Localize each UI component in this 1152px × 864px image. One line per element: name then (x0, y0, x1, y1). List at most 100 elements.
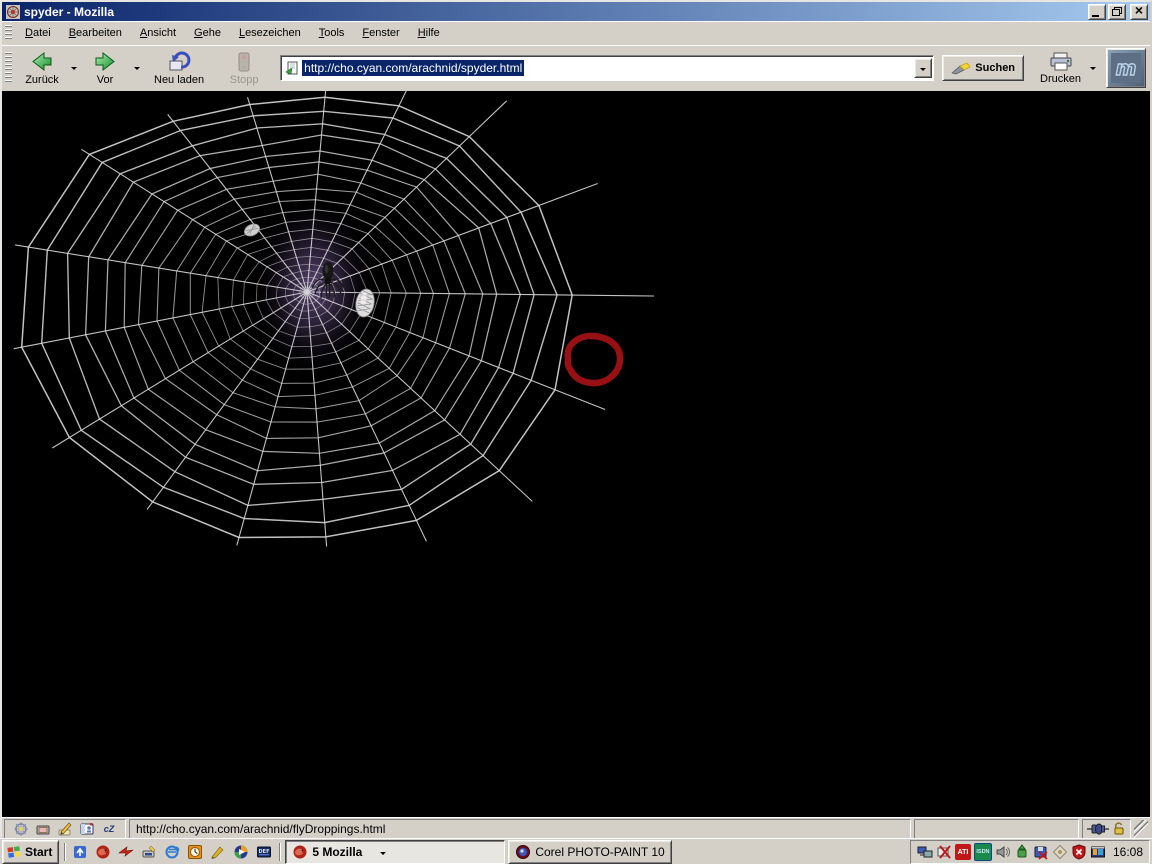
spider-web-image (2, 91, 1150, 817)
stop-label: Stopp (230, 74, 259, 86)
mozilla-task-label: 5 Mozilla (312, 845, 362, 859)
quicklaunch-mediaplayer-icon[interactable] (231, 842, 251, 862)
menu-bar: Datei Bearbeiten Ansicht Gehe Lesezeiche… (2, 21, 1150, 46)
system-tray: ATI ISDN 16:08 (910, 840, 1150, 864)
url-bar[interactable]: http://cho.cyan.com/arachnid/spyder.html (280, 55, 934, 81)
wrapped-prey-small (242, 222, 261, 239)
quicklaunch-app-icon[interactable] (70, 842, 90, 862)
component-bar: cZ (4, 819, 126, 839)
addressbook-icon[interactable] (79, 821, 95, 837)
status-indicators (1082, 819, 1131, 839)
media-tray-icon[interactable] (1090, 844, 1106, 860)
forward-dropdown[interactable] (131, 48, 142, 88)
print-label: Drucken (1040, 73, 1081, 85)
throbber-logo[interactable]: m (1106, 48, 1146, 88)
chatzilla-icon[interactable]: cZ (101, 821, 117, 837)
task-group-dropdown[interactable] (380, 845, 386, 859)
forward-button[interactable]: Vor (79, 46, 131, 90)
flashlight-icon (951, 61, 971, 75)
url-history-dropdown[interactable] (914, 58, 932, 78)
mozilla-app-icon (6, 5, 20, 19)
quicklaunch-clock-icon[interactable] (185, 842, 205, 862)
forward-arrow-icon (93, 51, 117, 73)
status-text: http://cho.cyan.com/arachnid/flyDropping… (136, 822, 385, 836)
stop-button[interactable]: Stopp (218, 46, 270, 90)
security-lock-icon[interactable] (1113, 822, 1126, 836)
start-label: Start (25, 845, 52, 859)
offline-files-icon[interactable] (1033, 844, 1049, 860)
windows-taskbar: Start DEF (0, 838, 1152, 864)
quicklaunch-mozilla-icon[interactable] (93, 842, 113, 862)
back-dropdown[interactable] (68, 48, 79, 88)
taskbar-separator (64, 843, 65, 861)
reload-label: Neu laden (154, 74, 204, 86)
url-input[interactable]: http://cho.cyan.com/arachnid/spyder.html (302, 60, 524, 76)
back-button[interactable]: Zurück (16, 46, 68, 90)
navigator-icon[interactable] (13, 821, 29, 837)
status-empty-panel (914, 819, 1079, 839)
corel-task-icon (515, 844, 531, 860)
mozilla-task-icon (292, 844, 308, 860)
quicklaunch-red-arrow-icon[interactable] (116, 842, 136, 862)
center-glow (252, 195, 376, 379)
quicklaunch-show-desktop-icon[interactable] (139, 842, 159, 862)
menu-tools[interactable]: Tools (310, 24, 354, 42)
quicklaunch-brush-icon[interactable] (208, 842, 228, 862)
red-circle-annotation (568, 336, 620, 383)
reload-button[interactable]: Neu laden (148, 46, 210, 90)
print-dropdown[interactable] (1087, 48, 1098, 88)
menu-lesezeichen[interactable]: Lesezeichen (230, 24, 310, 42)
search-label: Suchen (975, 62, 1015, 74)
menu-datei[interactable]: Datei (16, 24, 60, 42)
task-corel[interactable]: Corel PHOTO-PAINT 10 (508, 840, 671, 864)
status-text-panel: http://cho.cyan.com/arachnid/flyDropping… (129, 819, 911, 839)
menubar-grippy[interactable] (5, 25, 12, 42)
navigation-toolbar: Zurück Vor Neu laden (2, 45, 1150, 92)
antivirus-shield-icon[interactable] (1071, 844, 1087, 860)
minimize-button[interactable] (1088, 4, 1106, 20)
restore-button[interactable] (1108, 4, 1126, 20)
svg-text:m: m (1116, 56, 1137, 80)
task-mozilla[interactable]: 5 Mozilla (285, 840, 505, 864)
menu-bearbeiten[interactable]: Bearbeiten (60, 24, 131, 42)
network-icon[interactable] (917, 844, 933, 860)
reload-icon (167, 51, 191, 73)
menu-hilfe[interactable]: Hilfe (409, 24, 449, 42)
back-arrow-icon (30, 51, 54, 73)
volume-icon[interactable] (995, 844, 1011, 860)
printer-icon (1048, 52, 1074, 72)
mozilla-window: spyder - Mozilla Datei Bearbeiten Ansich… (0, 0, 1152, 838)
quicklaunch-def-icon[interactable]: DEF (254, 842, 274, 862)
window-title: spyder - Mozilla (24, 5, 1086, 19)
stop-icon (232, 51, 256, 73)
desktop: spyder - Mozilla Datei Bearbeiten Ansich… (0, 0, 1152, 864)
tray-clock: 16:08 (1113, 845, 1143, 859)
forward-label: Vor (97, 74, 114, 86)
taskbar-separator-2 (279, 843, 280, 861)
search-button[interactable]: Suchen (942, 55, 1024, 81)
ati-icon[interactable]: ATI (955, 844, 971, 860)
composer-icon[interactable] (57, 821, 73, 837)
menu-fenster[interactable]: Fenster (353, 24, 408, 42)
quicklaunch-ie-icon[interactable] (162, 842, 182, 862)
online-plug-icon[interactable] (1087, 823, 1109, 835)
resize-grip[interactable] (1134, 820, 1148, 838)
windows-logo-icon (6, 845, 22, 859)
bookmark-page-icon (285, 61, 299, 75)
back-label: Zurück (25, 74, 59, 86)
menu-gehe[interactable]: Gehe (185, 24, 230, 42)
corel-task-label: Corel PHOTO-PAINT 10 (535, 845, 664, 859)
start-button[interactable]: Start (2, 840, 59, 864)
isdn-icon[interactable]: ISDN (974, 843, 992, 861)
usb-device-icon[interactable] (1014, 844, 1030, 860)
card-reader-icon[interactable] (1052, 844, 1068, 860)
title-bar[interactable]: spyder - Mozilla (2, 2, 1150, 21)
mail-icon[interactable] (35, 821, 51, 837)
mozilla-m-icon: m (1111, 53, 1141, 83)
print-button[interactable]: Drucken (1034, 46, 1087, 90)
toolbar-grippy[interactable] (5, 52, 12, 84)
menu-ansicht[interactable]: Ansicht (131, 24, 185, 42)
device-error-icon[interactable] (936, 844, 952, 860)
page-content[interactable] (2, 91, 1150, 817)
close-button[interactable] (1130, 4, 1148, 20)
